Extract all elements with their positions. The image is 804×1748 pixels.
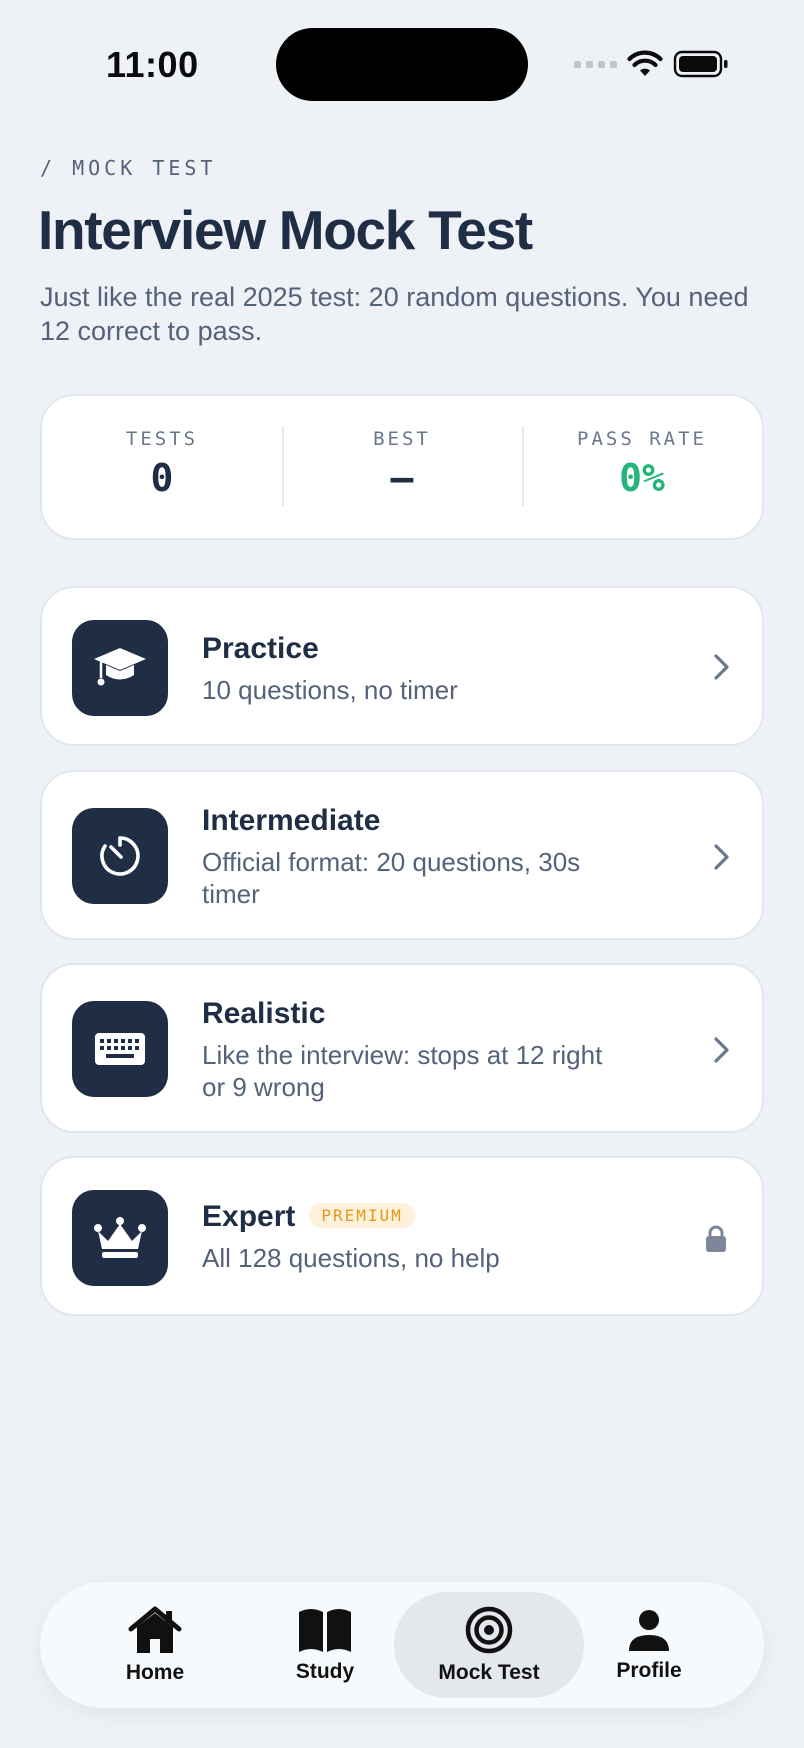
status-bar: 11:00	[0, 0, 804, 130]
status-time: 11:00	[106, 44, 199, 85]
target-icon	[465, 1606, 513, 1654]
mode-title: Expert PREMIUM	[202, 1200, 415, 1234]
tab-label: Study	[295, 1660, 355, 1683]
premium-badge: PREMIUM	[309, 1203, 415, 1228]
page-title: Interview Mock Test	[38, 199, 533, 261]
breadcrumb: / MOCK TEST	[40, 156, 217, 180]
mode-card-intermediate[interactable]: Intermediate Official format: 20 questio…	[40, 770, 764, 940]
book-icon	[299, 1609, 351, 1652]
lock-icon	[706, 1225, 726, 1252]
timer-icon	[72, 808, 168, 904]
mode-description: All 128 questions, no help	[202, 1243, 500, 1273]
dynamic-island	[276, 28, 528, 101]
chevron-right-icon	[714, 844, 729, 870]
tab-home[interactable]: Home	[60, 1592, 250, 1698]
stat-value: 0%	[619, 456, 665, 500]
stats-card: TESTS 0 BEST — PASS RATE 0%	[40, 394, 764, 540]
mode-title: Practice	[202, 632, 319, 665]
page-subtitle: Just like the real 2025 test: 20 random …	[40, 282, 749, 346]
home-icon	[128, 1606, 182, 1653]
mode-description: 10 questions, no timer	[202, 675, 458, 705]
stat-label: TESTS	[125, 428, 199, 450]
crown-icon	[72, 1190, 168, 1286]
stat-value: —	[390, 456, 414, 500]
tab-label: Mock Test	[438, 1661, 540, 1684]
tab-bar: Home Study Mock Test Profile	[40, 1582, 764, 1708]
stat-value: 0	[150, 456, 174, 500]
mode-title: Realistic	[202, 997, 326, 1030]
mode-card-expert[interactable]: Expert PREMIUM All 128 questions, no help	[40, 1156, 764, 1316]
mode-description: Like the interview: stops at 12 right or…	[202, 1040, 603, 1102]
battery-icon	[673, 50, 728, 78]
stat-label: PASS RATE	[577, 428, 707, 450]
mode-card-realistic[interactable]: Realistic Like the interview: stops at 1…	[40, 963, 764, 1133]
stat-label: BEST	[373, 428, 431, 450]
mode-card-practice[interactable]: Practice 10 questions, no timer	[40, 586, 764, 746]
stat-pass-rate: PASS RATE 0%	[522, 426, 762, 506]
tab-study[interactable]: Study	[230, 1592, 420, 1698]
status-icons	[574, 46, 729, 82]
keyboard-icon	[72, 1001, 168, 1097]
chevron-right-icon	[714, 1037, 729, 1063]
stat-best: BEST —	[282, 426, 522, 506]
chevron-right-icon	[714, 654, 729, 680]
graduation-cap-icon	[72, 620, 168, 716]
cellular-signal-icon	[574, 60, 617, 68]
wifi-icon	[627, 50, 663, 76]
tab-label: Home	[125, 1661, 185, 1684]
mode-title-text: Expert	[202, 1200, 296, 1233]
mode-title: Intermediate	[202, 804, 381, 837]
tab-profile[interactable]: Profile	[554, 1592, 744, 1698]
mode-description: Official format: 20 questions, 30s timer	[202, 847, 581, 909]
person-icon	[629, 1610, 669, 1651]
stat-tests: TESTS 0	[42, 428, 282, 500]
tab-label: Profile	[616, 1659, 682, 1682]
